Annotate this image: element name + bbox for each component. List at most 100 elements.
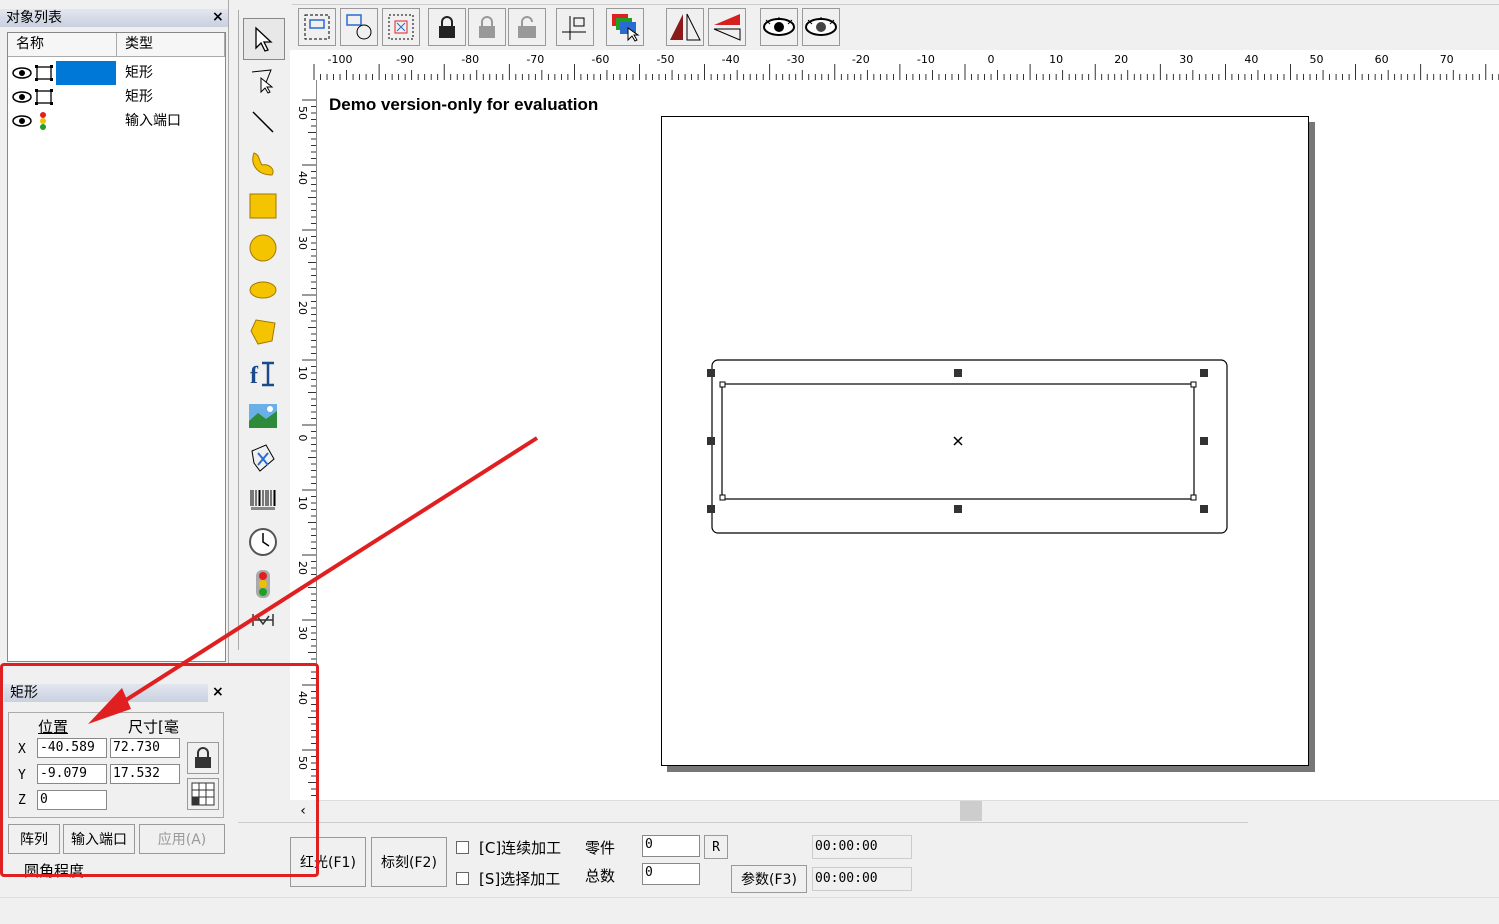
- eye-icon[interactable]: [12, 67, 32, 79]
- mirror-horizontal-button[interactable]: [666, 8, 704, 46]
- object-list-title: 对象列表: [0, 9, 228, 27]
- parts-label: 零件: [585, 839, 616, 857]
- lock-button[interactable]: [428, 8, 466, 46]
- select-tool[interactable]: [243, 18, 285, 60]
- unlock-icon: [479, 16, 495, 38]
- output-port-icon: [252, 614, 274, 626]
- circle-tool[interactable]: [243, 228, 283, 268]
- output-port-tool[interactable]: [243, 606, 283, 634]
- mirror-horizontal-icon: [670, 13, 701, 41]
- select-process-checkbox[interactable]: [456, 872, 469, 885]
- mirror-vertical-button[interactable]: [708, 8, 746, 46]
- ruler-label: 50: [1310, 53, 1324, 66]
- column-header-name-label: 名称: [16, 36, 44, 52]
- horizontal-ruler-ticks: -100 -90 -80 -70 -60 -50 -40 -30 -20 -10 0 10 20 30 40…: [313, 53, 1499, 80]
- ruler-label: 0: [988, 53, 995, 66]
- ungroup-button[interactable]: [340, 8, 378, 46]
- traffic-light-icon: [256, 570, 270, 598]
- ellipse-tool[interactable]: [243, 270, 283, 310]
- vector-file-tool[interactable]: [243, 438, 283, 478]
- bitmap-tool[interactable]: [243, 396, 283, 436]
- ruler-label: 70: [1440, 53, 1454, 66]
- barcode-icon: [250, 490, 276, 510]
- toolbar-top-line: [292, 4, 1499, 5]
- eye-icon[interactable]: [12, 91, 32, 103]
- text-icon: f: [250, 361, 274, 389]
- outer-rounded-rectangle[interactable]: [711, 359, 1228, 534]
- input-port-tool[interactable]: [243, 564, 283, 604]
- list-item[interactable]: 输入端口: [8, 109, 225, 133]
- lock-icon: [439, 16, 455, 38]
- ruler-label: -80: [461, 53, 479, 66]
- highlight-box: [0, 663, 319, 877]
- show-all-button[interactable]: [760, 8, 798, 46]
- vector-file-icon: [251, 444, 275, 472]
- eye-icon: [805, 17, 837, 36]
- timer-tool[interactable]: [243, 522, 283, 562]
- select-process-label: [S]选择加工: [479, 870, 561, 888]
- text-tool[interactable]: f: [243, 354, 283, 394]
- row-type: 矩形: [125, 89, 153, 105]
- ruler-label: 50: [296, 106, 309, 120]
- row-name-selected[interactable]: [56, 61, 116, 85]
- clock-icon: [249, 528, 277, 556]
- eye-icon[interactable]: [12, 115, 32, 127]
- layers-icon: [612, 14, 640, 42]
- ruler-label: 0: [296, 435, 309, 442]
- image-icon: [249, 404, 277, 428]
- horizontal-scrollbar[interactable]: [316, 800, 1499, 821]
- continuous-label: [C]连续加工: [479, 839, 562, 857]
- params-button[interactable]: 参数(F3): [731, 865, 807, 893]
- unlock-button[interactable]: [468, 8, 506, 46]
- ruler-label: 60: [1375, 53, 1389, 66]
- total-time-field: 00:00:00: [812, 867, 912, 891]
- set-origin-button[interactable]: [556, 8, 594, 46]
- drawing-canvas[interactable]: Demo version-only for evaluation: [317, 80, 1499, 800]
- rectangle-tool[interactable]: [243, 186, 283, 226]
- svg-text:f: f: [250, 363, 259, 389]
- select-group-button[interactable]: [382, 8, 420, 46]
- ruler-label: -60: [591, 53, 609, 66]
- polygon-icon: [250, 319, 276, 345]
- ruler-label: 20: [1114, 53, 1128, 66]
- polygon-tool[interactable]: [243, 312, 283, 352]
- barcode-tool[interactable]: [243, 480, 283, 520]
- hide-button[interactable]: [802, 8, 840, 46]
- rectangle-icon: [35, 65, 53, 81]
- mark-button[interactable]: 标刻(F2): [371, 837, 447, 887]
- total-field[interactable]: 0: [642, 863, 700, 885]
- line-tool[interactable]: [243, 102, 283, 142]
- unlock-all-button[interactable]: [508, 8, 546, 46]
- selected-shapes[interactable]: [697, 350, 1237, 550]
- layer-order-button[interactable]: [606, 8, 644, 46]
- list-item[interactable]: 矩形: [8, 85, 225, 109]
- top-toolbar: [292, 0, 1499, 50]
- ruler-label: -10: [917, 53, 935, 66]
- ruler-label: 20: [296, 301, 309, 315]
- row-type: 矩形: [125, 65, 153, 81]
- close-icon[interactable]: ×: [212, 9, 224, 25]
- origin-icon: [562, 16, 586, 40]
- column-header-type-label: 类型: [125, 36, 153, 52]
- group-button[interactable]: [298, 8, 336, 46]
- scrollbar-thumb[interactable]: [960, 801, 982, 821]
- list-item[interactable]: 矩形: [8, 61, 225, 85]
- reset-button[interactable]: R: [704, 835, 728, 859]
- parts-field[interactable]: 0: [642, 835, 700, 857]
- column-header-name[interactable]: 名称: [8, 33, 117, 57]
- ruler-label: 10: [296, 496, 309, 510]
- center-marker-icon: [953, 436, 963, 446]
- total-label: 总数: [585, 867, 616, 885]
- select-group-icon: [388, 14, 414, 40]
- column-header-type[interactable]: 类型: [117, 33, 225, 57]
- ruler-label: 20: [296, 561, 309, 575]
- ungroup-icon: [346, 14, 372, 40]
- node-edit-icon: [251, 69, 274, 94]
- node-edit-tool[interactable]: [243, 60, 283, 100]
- unlock-all-icon: [518, 16, 536, 38]
- curve-tool[interactable]: [243, 144, 283, 184]
- continuous-checkbox[interactable]: [456, 841, 469, 854]
- ruler-label: -40: [722, 53, 740, 66]
- bottom-control-bar: 红光(F1) 标刻(F2) [C]连续加工 [S]选择加工 零件 总数 0 0 …: [238, 822, 1248, 898]
- ruler-label: 10: [296, 366, 309, 380]
